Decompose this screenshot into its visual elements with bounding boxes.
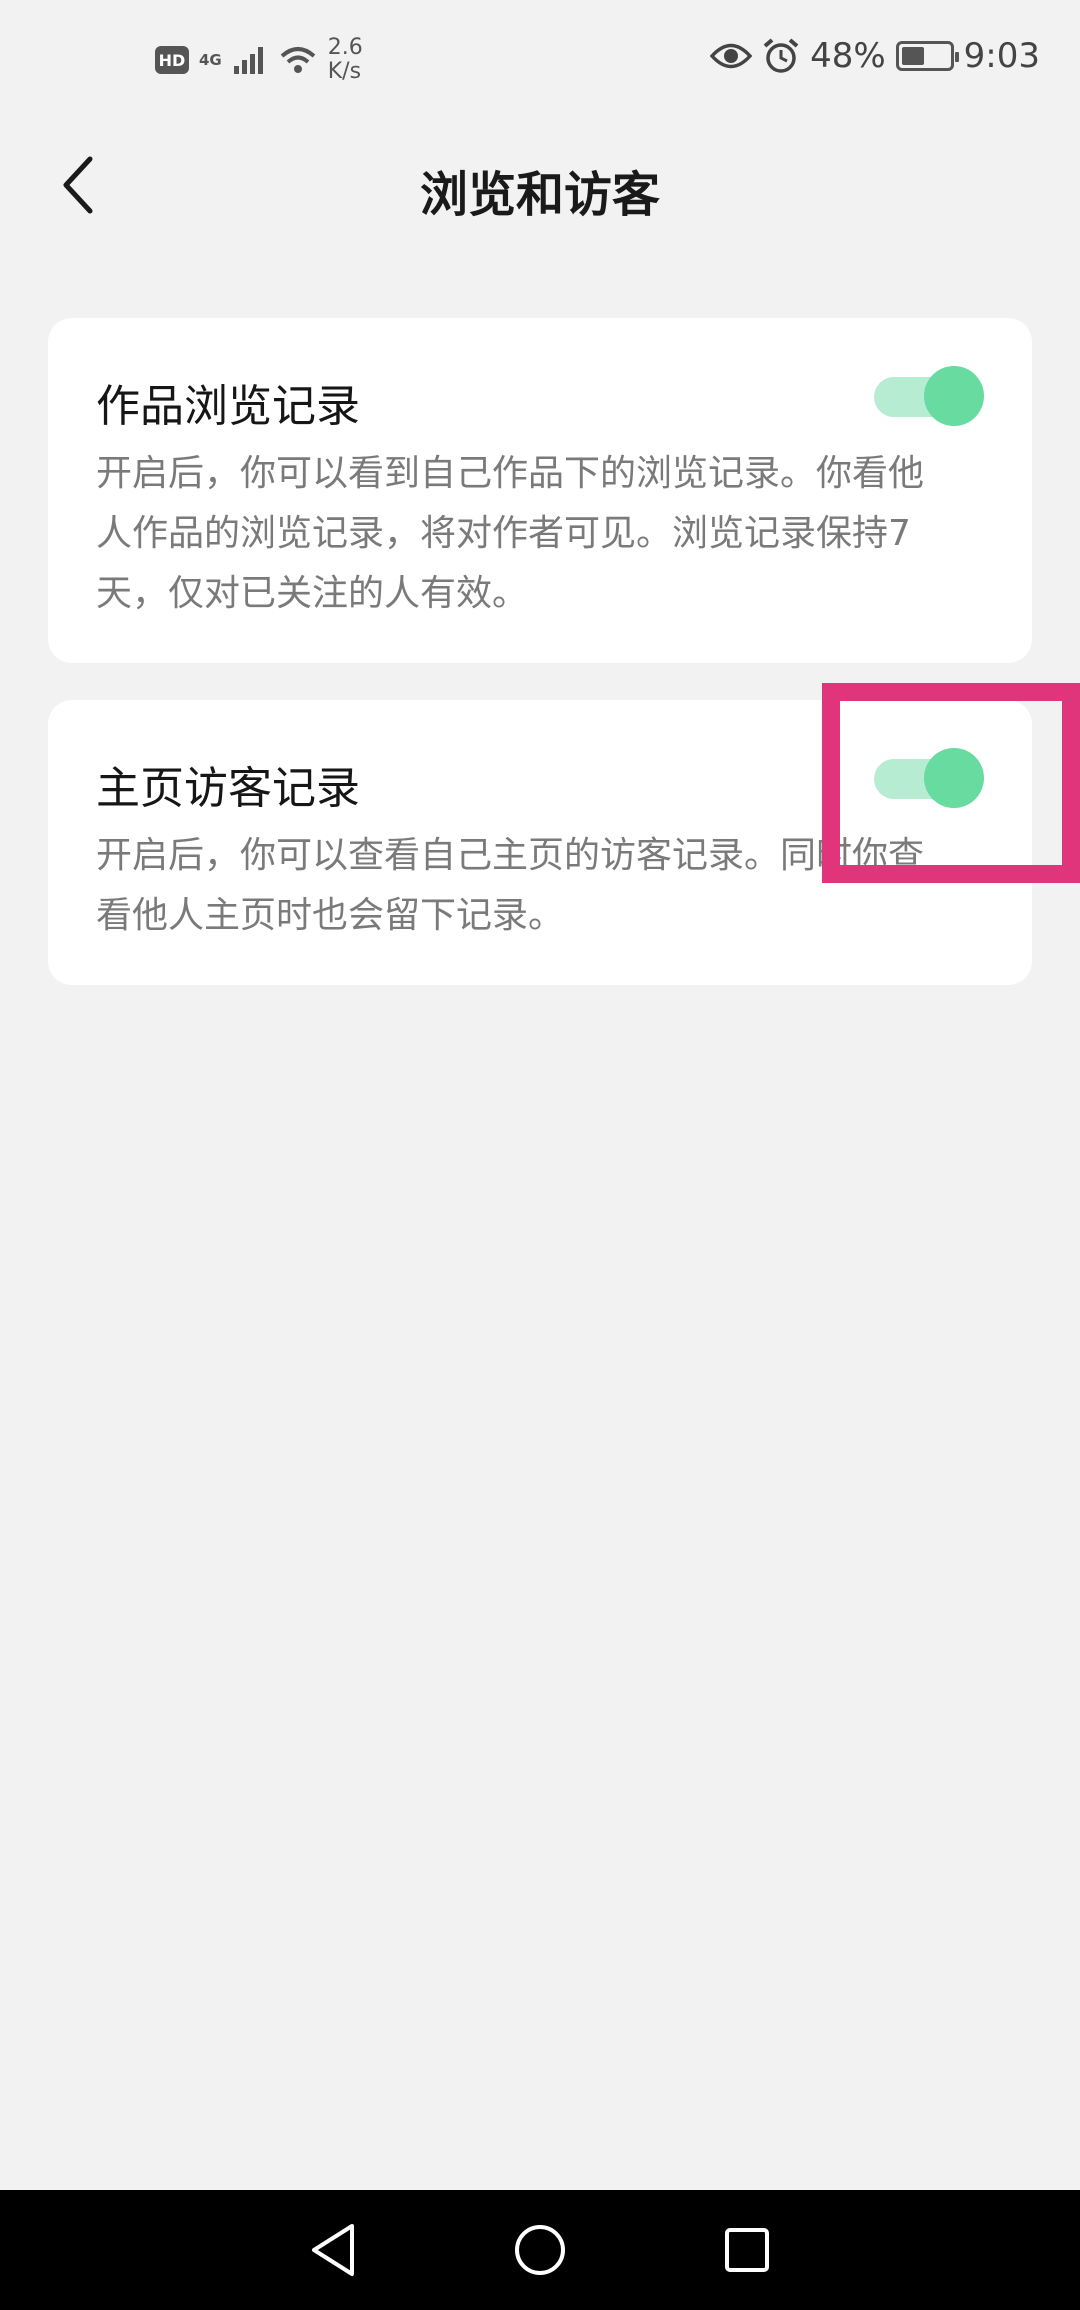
recents-square-icon: [724, 2228, 769, 2272]
nav-bar: [0, 2190, 1080, 2310]
status-right: 48% 9:03: [710, 36, 1040, 76]
toggle-work-views[interactable]: [874, 366, 984, 426]
battery-percent: 48%: [810, 36, 886, 76]
network-type: 4G: [199, 51, 222, 69]
setting-title: 主页访客记录: [96, 763, 360, 814]
speed-unit: K/s: [327, 59, 362, 84]
eye-icon: [710, 43, 753, 69]
status-time: 9:03: [963, 36, 1040, 76]
setting-description: 开启后，你可以看到自己作品下的浏览记录。你看他人作品的浏览记录，将对作者可见。浏…: [96, 453, 925, 614]
speed-value: 2.6: [327, 35, 363, 60]
toggle-thumb: [924, 748, 984, 808]
status-bar: HD 4G 2.6 K/s 48% 9:03: [0, 0, 1080, 125]
header: 浏览和访客: [0, 125, 1080, 245]
back-triangle-icon: [312, 2224, 355, 2276]
battery-fill: [901, 47, 924, 65]
setting-card-profile-visitors: 主页访客记录 开启后，你可以查看自己主页的访客记录。同时你查看他人主页时也会留下…: [48, 700, 1032, 985]
toggle-profile-visitors[interactable]: [874, 748, 984, 808]
toggle-thumb: [924, 366, 984, 426]
alarm-icon: [763, 38, 799, 73]
nav-recents-button[interactable]: [707, 2210, 787, 2290]
signal-icon: [233, 47, 263, 74]
home-circle-icon: [514, 2225, 565, 2275]
screen: HD 4G 2.6 K/s 48% 9:03 浏览和访客 作品浏览记录 开启后，…: [0, 0, 1080, 2310]
wifi-icon: [280, 47, 316, 73]
nav-back-button[interactable]: [293, 2210, 373, 2290]
status-left: HD 4G 2.6 K/s: [155, 36, 363, 84]
battery-icon: [895, 41, 959, 71]
hd-badge: HD: [155, 46, 189, 74]
nav-home-button[interactable]: [500, 2210, 580, 2290]
setting-card-work-views: 作品浏览记录 开启后，你可以看到自己作品下的浏览记录。你看他人作品的浏览记录，将…: [48, 318, 1032, 663]
setting-title: 作品浏览记录: [96, 381, 360, 432]
setting-description: 开启后，你可以查看自己主页的访客记录。同时你查看他人主页时也会留下记录。: [96, 835, 925, 936]
page-title: 浏览和访客: [419, 167, 660, 223]
network-speed: 2.6 K/s: [328, 36, 363, 84]
